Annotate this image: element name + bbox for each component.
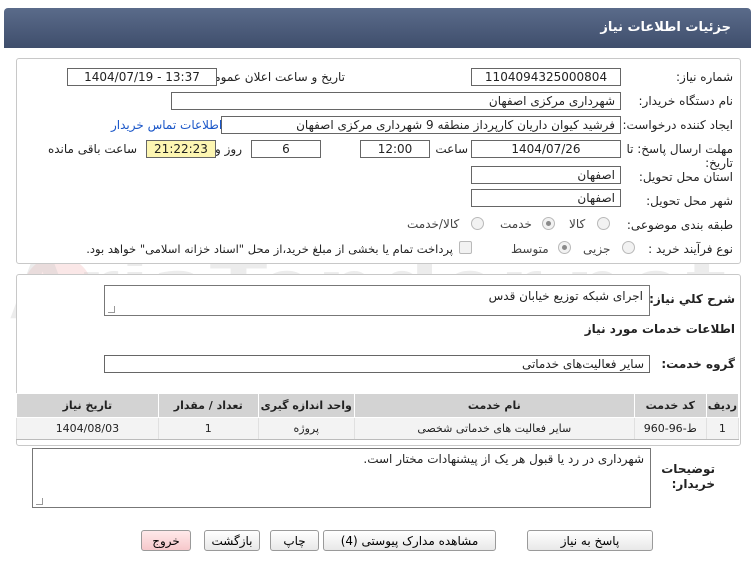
description-text: اجرای شبکه توزیع خیابان قدس [488,289,643,303]
print-button[interactable]: چاپ [270,530,319,551]
purchase-option-medium-label: متوسط [511,242,549,256]
col-service-code: کد خدمت [633,393,707,418]
category-option-both-label: کالا/خدمت [407,217,460,231]
category-option-both[interactable] [471,217,484,230]
remaining-time-field: 21:22:23 [146,140,216,158]
announce-field: 1404/07/19 - 13:37 [67,68,217,86]
cell-need-date: 1404/08/03 [16,417,159,440]
creator-field: فرشید کیوان داریان کارپرداز منطقه 9 شهرد… [221,116,621,134]
cell-unit: پروژه [257,417,355,440]
buyer-notes-field: شهرداری در رد یا قبول هر یک از پیشنهادات… [32,448,651,508]
resize-handle[interactable] [108,306,115,313]
deadline-time-label: ساعت [435,142,468,156]
need-number-label: شماره نیاز: [676,70,733,84]
city-label: شهر محل تحویل: [646,194,733,208]
col-need-date: تاریخ نیاز [16,393,159,418]
city-field: اصفهان [471,189,621,207]
col-row: ردیف [705,393,740,418]
exit-button[interactable]: خروج [141,530,191,551]
services-table: ردیف کد خدمت نام خدمت واحد اندازه گیری ت… [16,393,740,440]
cell-service-code: ط-96-960 [633,417,707,440]
category-option-service[interactable] [542,217,555,230]
description-field: اجرای شبکه توزیع خیابان قدس [104,285,650,316]
page-header: جزئیات اطلاعات نیاز [4,8,751,48]
treasury-payment-checkbox[interactable] [459,241,472,254]
col-unit: واحد اندازه گیری [257,393,355,418]
col-quantity: تعداد / مقدار [157,393,259,418]
cell-service-name: سایر فعالیت های خدماتی شخصی [353,417,635,440]
reply-button[interactable]: پاسخ به نیاز [527,530,653,551]
days-remaining-field: 6 [251,140,321,158]
notes-resize-handle[interactable] [36,498,43,505]
buyer-org-field: شهرداری مرکزی اصفهان [171,92,621,110]
page-title: جزئیات اطلاعات نیاز [600,20,731,35]
deadline-label: مهلت ارسال پاسخ: تا تاریخ: [626,142,733,170]
purchase-option-medium[interactable] [558,241,571,254]
days-label: روز و [215,142,242,156]
need-number-field: 1104094325000804 [471,68,621,86]
treasury-payment-note: پرداخت تمام یا بخشی از مبلغ خرید،از محل … [86,242,453,256]
remaining-label: ساعت باقی مانده [47,142,137,156]
service-group-label: گروه خدمت: [661,357,735,371]
category-option-goods-label: کالا [569,217,586,231]
category-label: طبقه بندی موضوعی: [626,218,733,232]
purchase-type-label: نوع فرآیند خرید : [648,242,733,256]
cell-row: 1 [705,417,740,440]
buyer-notes-label: توضیحات خریدار: [661,462,715,491]
buyer-contact-link[interactable]: اطلاعات تماس خریدار [111,118,222,132]
category-option-goods[interactable] [597,217,610,230]
province-label: استان محل تحویل: [638,170,733,184]
col-service-name: نام خدمت [353,393,635,418]
purchase-option-minor-label: جزیی [583,242,611,256]
service-group-field: سایر فعالیت‌های خدماتی [104,355,650,373]
buyer-org-label: نام دستگاه خریدار: [638,94,734,108]
cell-quantity: 1 [157,417,259,440]
purchase-option-minor[interactable] [622,241,635,254]
category-option-service-label: خدمت [500,217,532,231]
services-table-header: ردیف کد خدمت نام خدمت واحد اندازه گیری ت… [16,393,740,418]
view-attachments-button[interactable]: مشاهده مدارک پیوستی (4) [323,530,496,551]
buyer-notes-text: شهرداری در رد یا قبول هر یک از پیشنهادات… [363,452,644,466]
back-button[interactable]: بازگشت [204,530,260,551]
description-label: شرح کلي نياز: [649,292,735,306]
province-field: اصفهان [471,166,621,184]
deadline-date-field: 1404/07/26 [471,140,621,158]
services-section-title: اطلاعات خدمات مورد نیاز [584,322,735,336]
deadline-time-field: 12:00 [360,140,430,158]
announce-label: تاریخ و ساعت اعلان عمومی: [200,70,345,84]
table-row: 1 ط-96-960 سایر فعالیت های خدماتی شخصی پ… [16,417,740,440]
creator-label: ایجاد کننده درخواست: [622,118,733,132]
